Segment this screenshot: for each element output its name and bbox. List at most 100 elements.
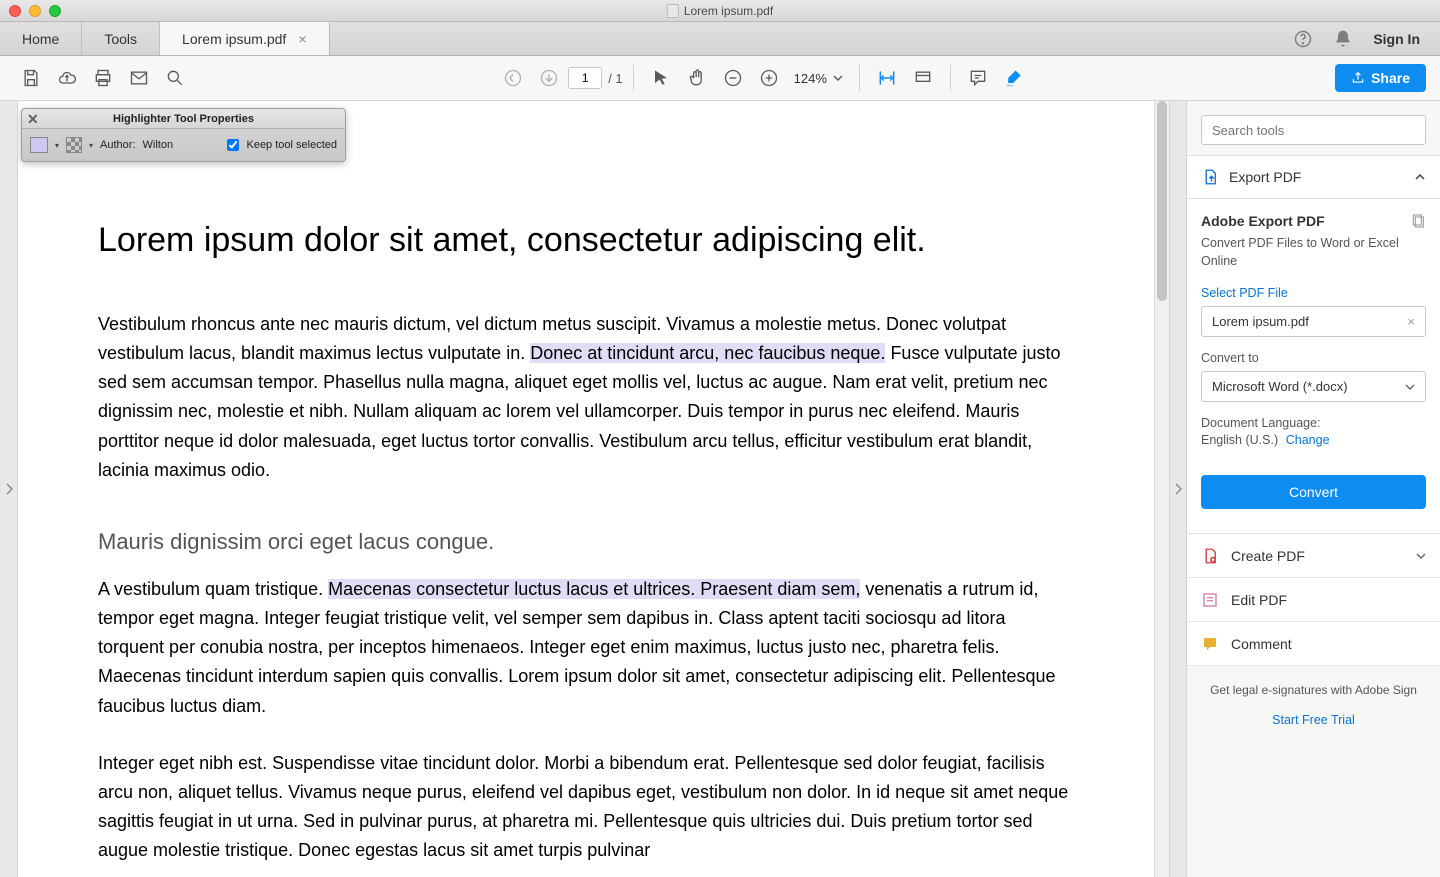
create-pdf-label: Create PDF xyxy=(1231,548,1404,564)
doc-paragraph-1: Vestibulum rhoncus ante nec mauris dictu… xyxy=(98,310,1074,485)
change-language-link[interactable]: Change xyxy=(1286,433,1330,447)
chevron-right-icon xyxy=(5,483,13,495)
highlighted-text[interactable]: Maecenas consectetur luctus lacus et ult… xyxy=(328,579,860,599)
export-pdf-label: Export PDF xyxy=(1229,169,1404,185)
export-pdf-icon xyxy=(1201,168,1219,186)
sticky-note-button[interactable] xyxy=(961,61,995,95)
search-tools-input[interactable] xyxy=(1201,115,1426,145)
save-button[interactable] xyxy=(14,61,48,95)
keep-tool-selected-checkbox[interactable] xyxy=(227,139,239,151)
cloud-upload-button[interactable] xyxy=(50,61,84,95)
selection-tool-button[interactable] xyxy=(644,61,678,95)
tab-tools[interactable]: Tools xyxy=(82,22,160,55)
highlight-color-swatch[interactable] xyxy=(30,137,48,153)
fit-width-button[interactable] xyxy=(870,61,904,95)
zoom-out-button[interactable] xyxy=(716,61,750,95)
clear-file-icon[interactable]: × xyxy=(1407,314,1415,329)
page-total-label: / 1 xyxy=(608,71,622,86)
properties-title: Highlighter Tool Properties xyxy=(113,113,254,125)
find-button[interactable] xyxy=(158,61,192,95)
zoom-dropdown[interactable]: 124% xyxy=(788,68,849,89)
print-button[interactable] xyxy=(86,61,120,95)
adobe-export-title: Adobe Export PDF xyxy=(1201,213,1325,229)
vertical-scrollbar[interactable] xyxy=(1154,101,1169,877)
notifications-icon[interactable] xyxy=(1333,29,1353,49)
highlight-tool-button[interactable] xyxy=(997,61,1031,95)
maximize-window-button[interactable] xyxy=(49,5,61,17)
doc-paragraph-3: Integer eget nibh est. Suspendisse vitae… xyxy=(98,749,1074,866)
toolbar: / 1 124% Share xyxy=(0,56,1440,101)
convert-button[interactable]: Convert xyxy=(1201,475,1426,509)
edit-pdf-label: Edit PDF xyxy=(1231,592,1426,608)
tab-tools-label: Tools xyxy=(104,31,137,47)
doc-heading-1: Lorem ipsum dolor sit amet, consectetur … xyxy=(98,221,1074,260)
convert-format-value: Microsoft Word (*.docx) xyxy=(1212,379,1348,394)
comment-icon xyxy=(1201,635,1219,653)
selected-file-box: Lorem ipsum.pdf × xyxy=(1201,306,1426,337)
keep-tool-label: Keep tool selected xyxy=(246,139,337,151)
right-panel-toggle[interactable] xyxy=(1169,101,1187,877)
window-title-text: Lorem ipsum.pdf xyxy=(684,4,773,18)
doc-heading-2: Mauris dignissim orci eget lacus congue. xyxy=(98,529,1074,555)
doc-language-value: English (U.S.) xyxy=(1201,433,1278,447)
export-pdf-section-header[interactable]: Export PDF xyxy=(1187,155,1440,199)
chevron-down-icon xyxy=(833,73,843,83)
tab-document[interactable]: Lorem ipsum.pdf × xyxy=(160,22,329,55)
create-pdf-icon xyxy=(1201,547,1219,565)
page-number-input[interactable] xyxy=(568,67,602,89)
text-run: Fusce vulputate justo sed sem accumsan t… xyxy=(98,343,1061,480)
convert-format-dropdown[interactable]: Microsoft Word (*.docx) xyxy=(1201,371,1426,402)
chevron-up-icon xyxy=(1414,171,1426,183)
export-subtitle: Convert PDF Files to Word or Excel Onlin… xyxy=(1201,235,1426,270)
pages-icon[interactable] xyxy=(1410,213,1426,229)
page-display-button[interactable] xyxy=(906,61,940,95)
zoom-value: 124% xyxy=(794,71,827,86)
tab-home[interactable]: Home xyxy=(0,22,82,55)
left-panel-toggle[interactable] xyxy=(0,101,18,877)
highlighted-text[interactable]: Donec at tincidunt arcu, nec faucibus ne… xyxy=(530,343,885,363)
promo-text: Get legal e-signatures with Adobe Sign xyxy=(1187,666,1440,705)
chevron-down-icon xyxy=(1416,551,1426,561)
chevron-right-icon xyxy=(1174,483,1182,495)
tab-document-label: Lorem ipsum.pdf xyxy=(182,31,286,47)
email-button[interactable] xyxy=(122,61,156,95)
document-viewport[interactable]: ✕ Highlighter Tool Properties ▾ ▾ Author… xyxy=(18,101,1154,877)
share-icon xyxy=(1351,71,1365,85)
chevron-down-icon xyxy=(1405,382,1415,392)
prev-page-button[interactable] xyxy=(496,61,530,95)
close-window-button[interactable] xyxy=(9,5,21,17)
properties-titlebar[interactable]: ✕ Highlighter Tool Properties xyxy=(22,109,345,129)
minimize-window-button[interactable] xyxy=(29,5,41,17)
share-button[interactable]: Share xyxy=(1335,64,1426,92)
scroll-thumb[interactable] xyxy=(1157,101,1167,301)
pdf-page: Lorem ipsum dolor sit amet, consectetur … xyxy=(18,101,1154,877)
color-dropdown-icon[interactable]: ▾ xyxy=(55,141,59,150)
comment-row[interactable]: Comment xyxy=(1187,622,1440,666)
share-label: Share xyxy=(1371,70,1410,86)
pdf-file-icon xyxy=(667,4,679,18)
help-icon[interactable] xyxy=(1293,29,1313,49)
author-value: Wilton xyxy=(143,139,174,151)
close-tab-icon[interactable]: × xyxy=(298,31,306,47)
window-controls xyxy=(9,5,61,17)
create-pdf-row[interactable]: Create PDF xyxy=(1187,534,1440,578)
text-run: A vestibulum quam tristique. xyxy=(98,579,328,599)
hand-tool-button[interactable] xyxy=(680,61,714,95)
start-trial-link[interactable]: Start Free Trial xyxy=(1187,705,1440,735)
highlighter-properties-panel[interactable]: ✕ Highlighter Tool Properties ▾ ▾ Author… xyxy=(21,108,346,162)
edit-pdf-icon xyxy=(1201,591,1219,609)
opacity-icon[interactable] xyxy=(66,137,82,153)
next-page-button[interactable] xyxy=(532,61,566,95)
author-label: Author: xyxy=(100,139,135,151)
opacity-dropdown-icon[interactable]: ▾ xyxy=(89,141,93,150)
sign-in-link[interactable]: Sign In xyxy=(1373,31,1420,47)
tools-panel: Export PDF Adobe Export PDF Convert PDF … xyxy=(1187,101,1440,877)
window-title: Lorem ipsum.pdf xyxy=(667,4,773,18)
convert-to-label: Convert to xyxy=(1201,351,1426,365)
close-properties-icon[interactable]: ✕ xyxy=(27,111,39,128)
tab-home-label: Home xyxy=(22,31,59,47)
window-titlebar: Lorem ipsum.pdf xyxy=(0,0,1440,22)
zoom-in-button[interactable] xyxy=(752,61,786,95)
edit-pdf-row[interactable]: Edit PDF xyxy=(1187,578,1440,622)
select-file-label: Select PDF File xyxy=(1201,286,1426,300)
